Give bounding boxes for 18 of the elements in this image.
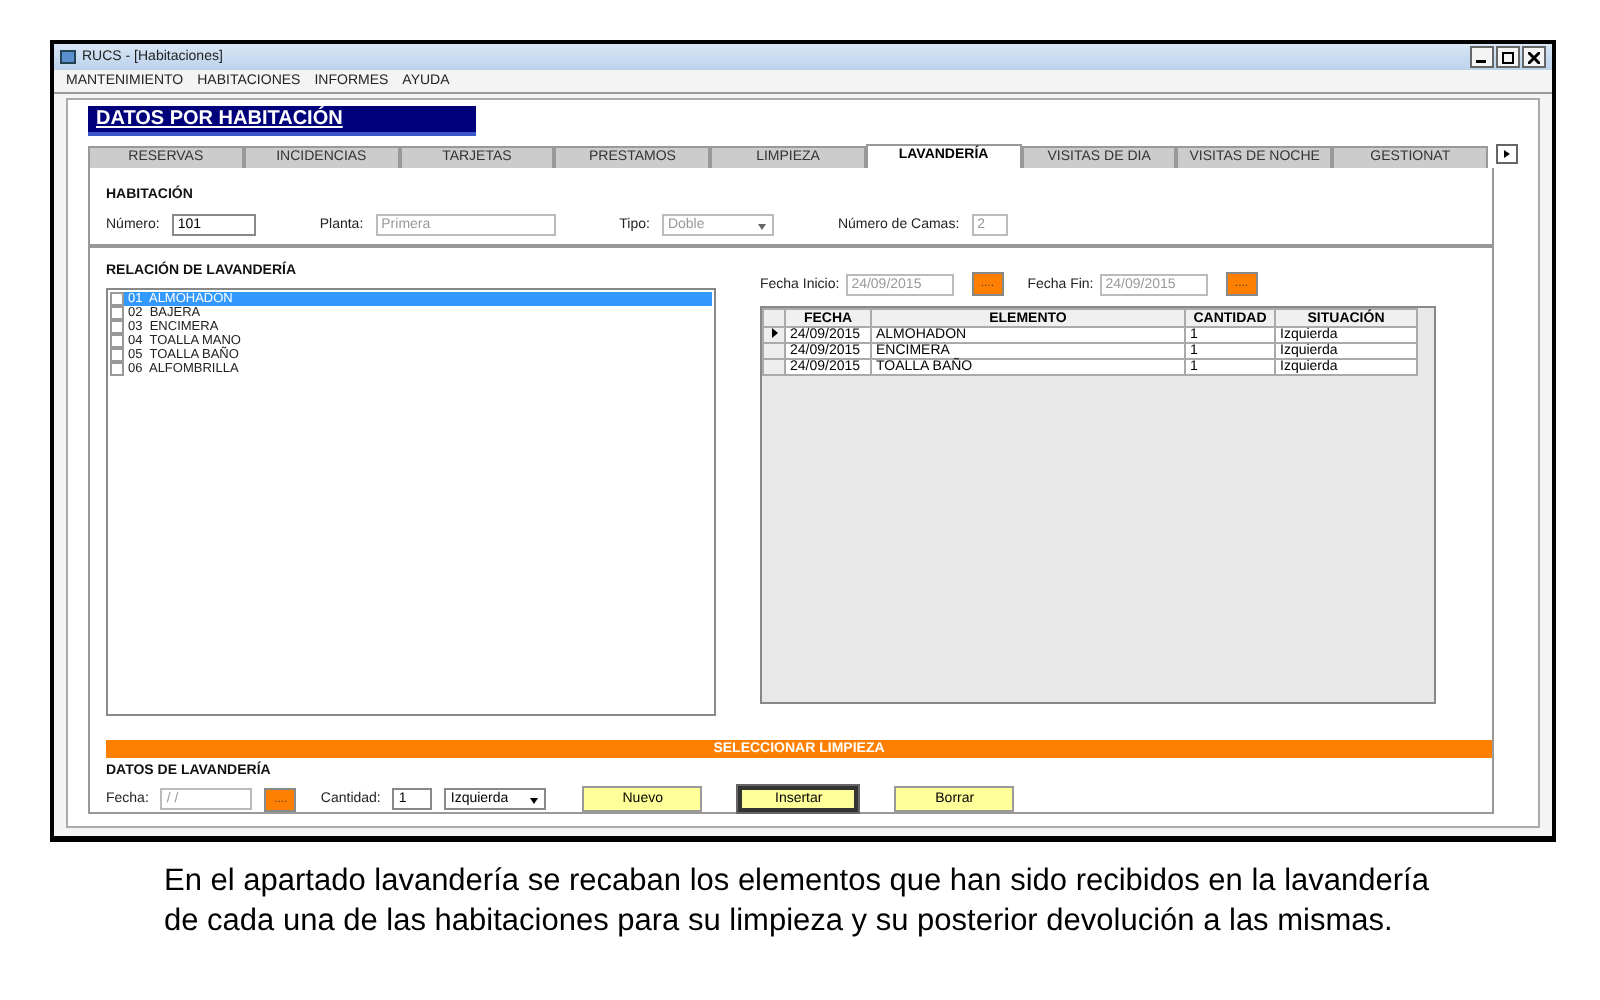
caption-paragraph: En el apartado lavandería se recaban los elementos que han sido recibidos en la lavandería de cada una de las habitaciones para su limpieza y su posterior devolución a las mismas. bbox=[164, 862, 1431, 942]
checkbox[interactable] bbox=[110, 334, 124, 348]
checkbox[interactable] bbox=[110, 362, 124, 376]
section-header: DATOS POR HABITACIÓN bbox=[88, 106, 476, 136]
maximize-icon bbox=[1502, 51, 1514, 63]
checkbox[interactable] bbox=[110, 292, 124, 306]
minimize-button[interactable] bbox=[1470, 46, 1494, 68]
dropdown-arrow-icon bbox=[755, 219, 768, 231]
app-icon bbox=[60, 50, 76, 64]
tab-scroll-button[interactable] bbox=[1496, 144, 1519, 164]
close-icon bbox=[1528, 51, 1540, 63]
row-pointer-icon bbox=[769, 328, 779, 338]
maximize-button[interactable] bbox=[1496, 46, 1520, 68]
checkbox[interactable] bbox=[110, 306, 124, 320]
dropdown-arrow-icon bbox=[528, 793, 541, 805]
close-button[interactable] bbox=[1522, 46, 1546, 68]
checkbox[interactable] bbox=[110, 320, 124, 334]
checkbox[interactable] bbox=[110, 348, 124, 362]
